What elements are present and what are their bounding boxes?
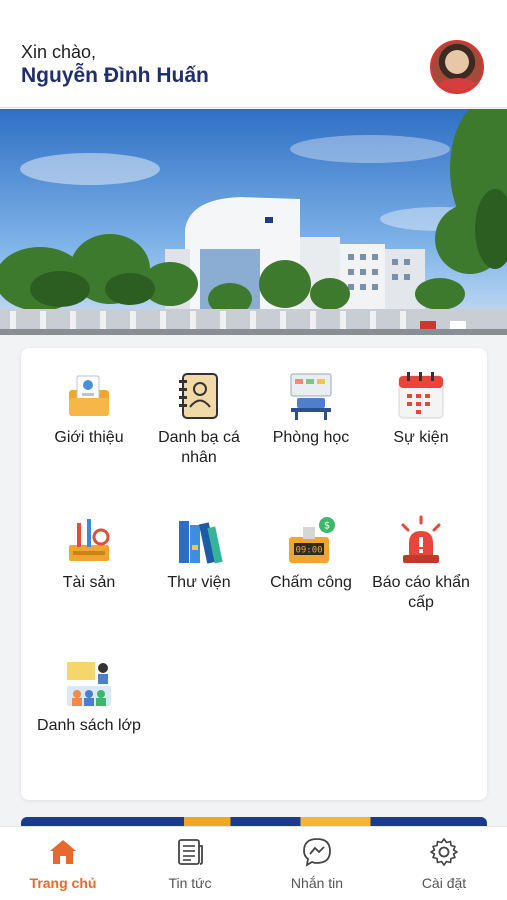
menu-item-label: Sự kiện <box>393 429 449 446</box>
nav-tab-home[interactable]: Trang chủ <box>0 827 126 900</box>
nav-label: Tin tức <box>168 875 212 891</box>
menu-item-phong-hoc[interactable]: Phòng học <box>255 348 367 478</box>
menu-item-bao-cao-khan-cap[interactable]: Báo cáo khẩn cấp <box>365 493 477 623</box>
bottom-navigation: Trang chủ Tin tức Nhắn tin Cài đặt <box>0 826 507 900</box>
menu-item-thu-vien[interactable]: Thư viện <box>143 493 255 623</box>
greeting-text: Xin chào, <box>21 42 97 62</box>
clock-display-text: 09:00 <box>295 546 322 556</box>
menu-item-su-kien[interactable]: Sự kiện <box>365 348 477 478</box>
menu-item-label: Chấm công <box>270 574 352 591</box>
nav-label: Nhắn tin <box>290 875 344 891</box>
menu-item-label: Giới thiệu <box>54 429 124 446</box>
nav-tab-settings[interactable]: Cài đặt <box>381 827 507 900</box>
feature-menu-card: Giới thiệu Danh bạ cá nhân Phòng học Sự … <box>21 348 487 800</box>
calendar-icon <box>398 372 444 419</box>
menu-item-gioi-thieu[interactable]: Giới thiệu <box>33 348 145 478</box>
news-icon <box>178 839 203 865</box>
app-header: Xin chào, Nguyễn Đình Huấn <box>0 0 507 108</box>
nav-tab-messages[interactable]: Nhắn tin <box>254 827 380 900</box>
menu-item-label: Thư viện <box>167 574 231 591</box>
menu-item-label: Phòng học <box>272 429 350 446</box>
messenger-icon <box>303 838 331 867</box>
emergency-siren-icon <box>401 515 441 563</box>
user-name: Nguyễn Đình Huấn <box>21 64 209 87</box>
school-banner-image <box>0 109 507 335</box>
books-icon <box>179 521 223 564</box>
menu-item-cham-cong[interactable]: 09:00 $ Chấm công <box>255 493 367 623</box>
nav-tab-news[interactable]: Tin tức <box>127 827 253 900</box>
class-list-icon <box>67 662 111 706</box>
menu-item-label: Danh sách lớp <box>37 717 141 734</box>
gear-icon <box>430 838 458 866</box>
menu-item-danh-sach-lop[interactable]: Danh sách lớp <box>33 636 145 766</box>
menu-item-tai-san[interactable]: Tài sản <box>33 493 145 623</box>
menu-item-label: Tài sản <box>62 574 116 591</box>
avatar-shirt <box>438 78 478 92</box>
avatar[interactable] <box>430 40 484 94</box>
classroom-icon <box>290 373 332 420</box>
tools-asset-icon <box>69 519 110 561</box>
menu-item-label: Danh bạ cá nhân <box>158 429 240 466</box>
menu-item-danh-ba[interactable]: Danh bạ cá nhân <box>143 348 255 478</box>
svg-text:$: $ <box>324 521 330 532</box>
nav-label: Cài đặt <box>421 875 467 891</box>
nav-label: Trang chủ <box>29 875 97 891</box>
time-clock-icon: 09:00 $ <box>289 517 335 563</box>
home-icon <box>50 840 76 864</box>
contact-book-icon <box>179 373 218 419</box>
intro-folder-icon <box>69 375 109 416</box>
menu-item-label: Báo cáo khẩn cấp <box>372 574 470 611</box>
